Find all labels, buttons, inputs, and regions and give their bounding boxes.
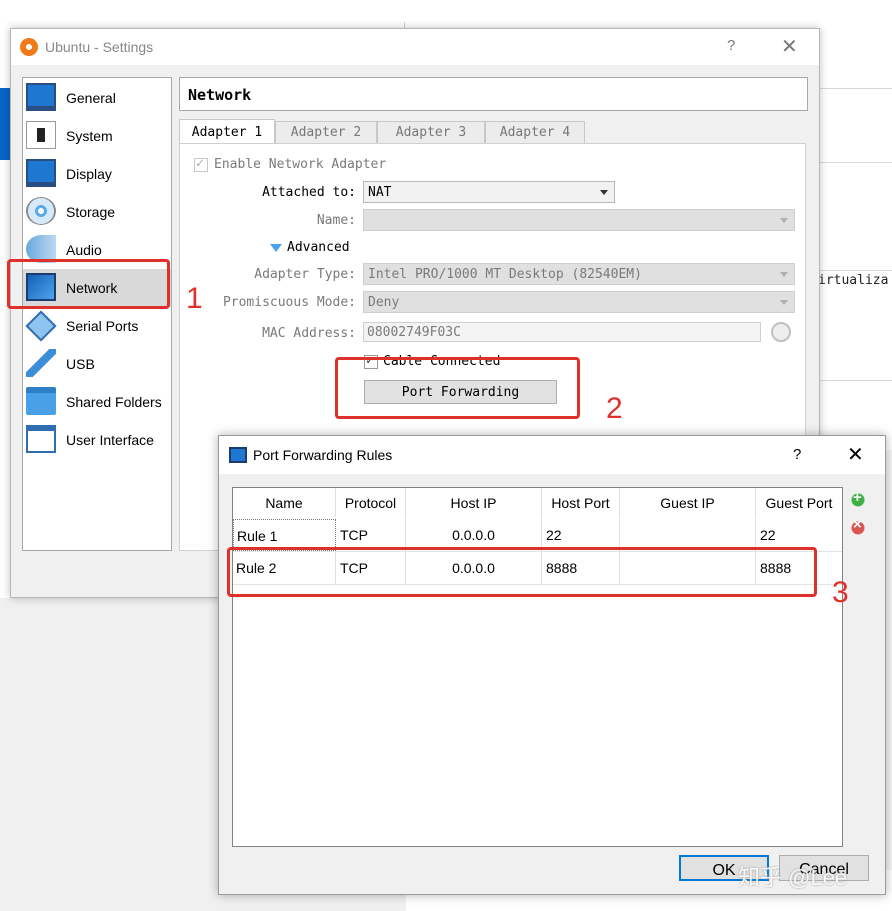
- enable-adapter-label: Enable Network Adapter: [214, 157, 387, 172]
- column-header-name[interactable]: Name: [233, 488, 336, 518]
- nav-item-label: Storage: [66, 204, 116, 220]
- attached-to-select[interactable]: NAT: [363, 181, 615, 203]
- background-text: irtualiza: [818, 273, 889, 288]
- nav-item-label: Shared Folders: [66, 394, 162, 410]
- usb-icon: [26, 349, 56, 377]
- tab-adapter-2[interactable]: Adapter 2: [275, 121, 377, 143]
- annotation-box-network: [7, 259, 170, 309]
- help-button[interactable]: ?: [793, 446, 801, 463]
- nav-item-serial-ports[interactable]: Serial Ports: [23, 307, 171, 345]
- general-icon: [26, 83, 56, 111]
- refresh-mac-icon[interactable]: [771, 322, 791, 342]
- promiscuous-mode-select[interactable]: Deny: [363, 291, 795, 313]
- nav-item-storage[interactable]: Storage: [23, 193, 171, 231]
- annotation-box-rule-2: [227, 547, 817, 597]
- attached-to-value: NAT: [368, 185, 392, 200]
- page-title: Network: [188, 86, 252, 104]
- attached-to-label: Attached to:: [262, 185, 356, 200]
- tab-adapter-1[interactable]: Adapter 1: [179, 119, 275, 143]
- user-interface-icon: [26, 425, 56, 453]
- page-header: Network: [179, 77, 808, 111]
- expand-triangle-icon[interactable]: [270, 244, 282, 252]
- mac-address-label: MAC Address:: [262, 326, 356, 341]
- annotation-number: 3: [832, 576, 849, 609]
- column-header-host-ip[interactable]: Host IP: [406, 488, 542, 518]
- nav-item-label: USB: [66, 356, 95, 372]
- close-button[interactable]: ✕: [781, 34, 798, 59]
- adapter-type-value: Intel PRO/1000 MT Desktop (82540EM): [368, 267, 642, 282]
- add-rule-icon[interactable]: [848, 489, 868, 508]
- nav-item-label: Display: [66, 166, 112, 182]
- help-button[interactable]: ?: [727, 37, 735, 54]
- promiscuous-mode-value: Deny: [368, 295, 400, 310]
- chevron-down-icon: [780, 218, 788, 223]
- background-line: [820, 380, 892, 381]
- nav-item-general[interactable]: General: [23, 79, 171, 117]
- network-icon: [229, 447, 247, 463]
- background-line: [820, 162, 892, 163]
- nav-item-usb[interactable]: USB: [23, 345, 171, 383]
- column-header-guest-port[interactable]: Guest Port: [756, 488, 842, 518]
- nav-item-label: Audio: [66, 242, 102, 258]
- shared-folders-icon: [26, 387, 56, 415]
- mac-address-field[interactable]: 08002749F03C: [363, 322, 761, 342]
- background-edge: [0, 88, 10, 160]
- nav-item-shared-folders[interactable]: Shared Folders: [23, 383, 171, 421]
- background-line: [820, 88, 892, 89]
- display-icon: [26, 159, 56, 187]
- virtualbox-icon: [20, 38, 38, 56]
- nav-item-user-interface[interactable]: User Interface: [23, 421, 171, 459]
- annotation-number: 2: [606, 392, 623, 425]
- annotation-number: 1: [186, 282, 203, 315]
- adapter-type-label: Adapter Type:: [254, 267, 356, 282]
- nav-item-label: General: [66, 90, 116, 106]
- column-header-protocol[interactable]: Protocol: [336, 488, 406, 518]
- background-line: [820, 270, 892, 271]
- nav-item-display[interactable]: Display: [23, 155, 171, 193]
- advanced-toggle[interactable]: Advanced: [287, 240, 350, 255]
- enable-adapter-checkbox[interactable]: [194, 156, 208, 172]
- nav-item-label: User Interface: [66, 432, 154, 448]
- settings-titlebar: Ubuntu - Settings ? ✕: [11, 29, 819, 65]
- column-header-host-port[interactable]: Host Port: [542, 488, 620, 518]
- port-forwarding-dialog: Port Forwarding Rules ? ✕ Name Protocol …: [218, 435, 886, 895]
- column-header-guest-ip[interactable]: Guest IP: [620, 488, 756, 518]
- mac-address-value: 08002749F03C: [367, 325, 461, 340]
- adapter-type-select[interactable]: Intel PRO/1000 MT Desktop (82540EM): [363, 263, 795, 285]
- window-title: Ubuntu - Settings: [45, 39, 154, 55]
- chevron-down-icon: [780, 272, 788, 277]
- name-label: Name:: [316, 213, 356, 228]
- settings-nav: General System Display Storage Audio Net…: [22, 77, 172, 551]
- watermark: 知乎 @Lee: [738, 865, 848, 890]
- rules-table: Name Protocol Host IP Host Port Guest IP…: [232, 487, 843, 847]
- serial-ports-icon: [25, 310, 57, 342]
- chevron-down-icon: [600, 190, 608, 195]
- promiscuous-mode-label: Promiscuous Mode:: [222, 295, 356, 310]
- system-icon: [26, 121, 56, 149]
- nav-item-label: Serial Ports: [66, 318, 139, 334]
- storage-icon: [26, 197, 56, 225]
- tab-adapter-4[interactable]: Adapter 4: [485, 121, 585, 143]
- name-select[interactable]: [363, 209, 795, 231]
- annotation-box-port-forwarding: [335, 357, 580, 419]
- dialog-titlebar: Port Forwarding Rules ? ✕: [219, 436, 885, 474]
- close-button[interactable]: ✕: [847, 442, 864, 467]
- dialog-title: Port Forwarding Rules: [253, 447, 393, 463]
- tab-adapter-3[interactable]: Adapter 3: [377, 121, 485, 143]
- chevron-down-icon: [780, 300, 788, 305]
- remove-rule-icon[interactable]: [848, 516, 868, 536]
- nav-item-system[interactable]: System: [23, 117, 171, 155]
- nav-item-label: System: [66, 128, 113, 144]
